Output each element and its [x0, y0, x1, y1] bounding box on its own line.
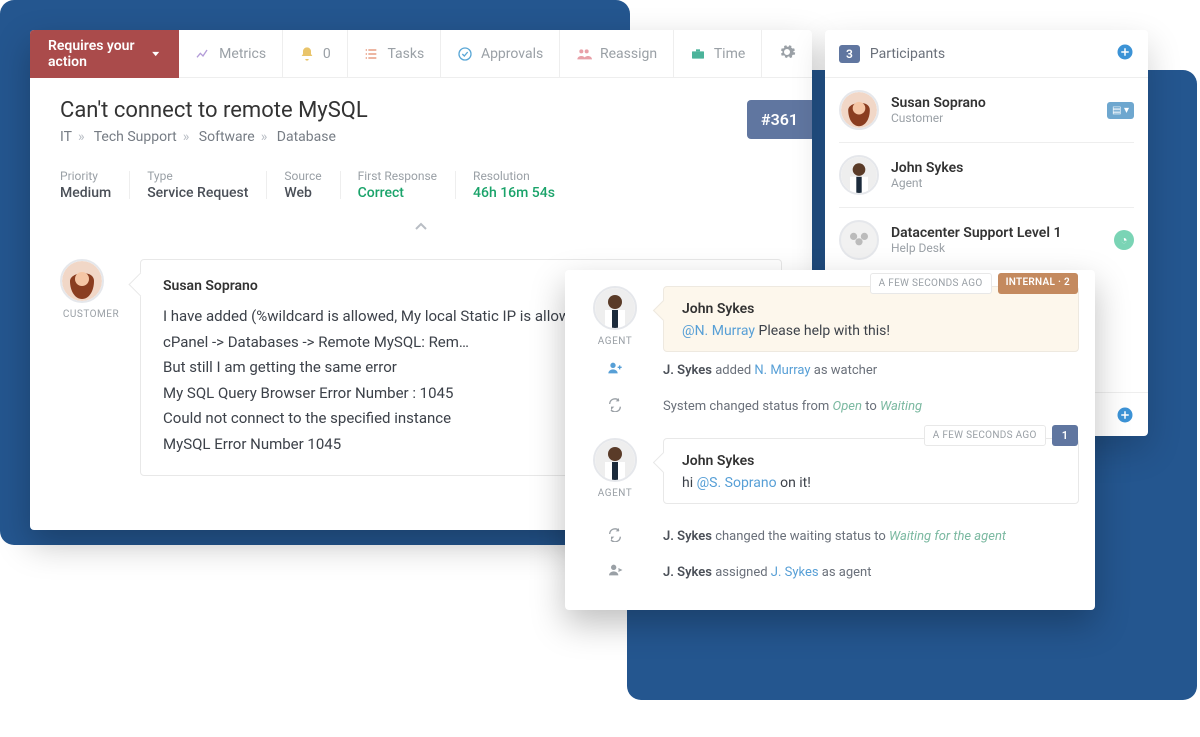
people-icon	[576, 46, 592, 62]
breadcrumb[interactable]: IT» Tech Support» Software» Database	[60, 129, 782, 145]
tasks-tab[interactable]: Tasks	[347, 30, 440, 78]
activity-log-entry: System changed status from Open to Waiti…	[581, 388, 1079, 424]
requires-action-button[interactable]: Requires your action	[30, 30, 179, 78]
ticket-id-badge: #361	[747, 100, 812, 139]
time-tab[interactable]: Time	[674, 30, 761, 78]
reassign-tab[interactable]: Reassign	[560, 30, 673, 78]
avatar	[839, 155, 879, 195]
activity-panel: AGENT A FEW SECONDS AGO INTERNAL · 2 Joh…	[565, 270, 1095, 610]
ticket-meta-row: PriorityMedium TypeService Request Sourc…	[30, 153, 812, 209]
meta-first-response: First ResponseCorrect	[340, 161, 455, 209]
user-plus-icon	[581, 360, 649, 380]
collapse-toggle[interactable]	[30, 209, 812, 249]
meta-type: TypeService Request	[129, 161, 266, 209]
meta-resolution: Resolution46h 16m 54s	[455, 161, 573, 209]
avatar	[593, 438, 637, 482]
metrics-tab[interactable]: Metrics	[179, 30, 282, 78]
avatar	[839, 90, 879, 130]
role-badge: CUSTOMER	[60, 309, 122, 320]
plus-circle-icon	[1116, 43, 1134, 61]
activity-log-entry: J. Sykes assigned J. Sykes as agent	[581, 554, 1079, 590]
message-bubble: A FEW SECONDS AGO INTERNAL · 2 John Syke…	[663, 286, 1079, 352]
caret-down-icon	[150, 46, 161, 62]
avatar	[839, 220, 879, 260]
timestamp-badge: A FEW SECONDS AGO	[924, 425, 1046, 446]
activity-log-entry: J. Sykes added N. Murray as watcher	[581, 352, 1079, 388]
approvals-tab[interactable]: Approvals	[441, 30, 559, 78]
avatar	[593, 286, 637, 330]
participant-row[interactable]: Datacenter Support Level 1Help Desk ◔	[825, 208, 1148, 272]
activity-log-entry: J. Sykes changed the waiting status to W…	[581, 518, 1079, 554]
briefcase-icon	[690, 46, 706, 62]
chevron-up-icon	[413, 219, 429, 235]
settings-button[interactable]	[762, 43, 812, 65]
check-circle-icon	[457, 46, 473, 62]
notifications-button[interactable]: 0	[283, 30, 347, 78]
bell-icon	[299, 46, 315, 62]
user-assign-icon	[581, 562, 649, 582]
refresh-icon	[581, 526, 649, 546]
meta-priority: PriorityMedium	[60, 161, 129, 209]
add-participant-button[interactable]	[1116, 43, 1134, 65]
avatar	[60, 259, 104, 303]
list-icon	[363, 46, 379, 62]
chart-icon	[195, 46, 211, 62]
plus-circle-icon	[1116, 406, 1134, 424]
role-badge: AGENT	[581, 336, 649, 347]
meta-source: SourceWeb	[266, 161, 339, 209]
clock-icon: ◔	[1114, 230, 1134, 250]
participants-header: 3 Participants	[825, 30, 1148, 78]
mention[interactable]: @N. Murray	[682, 323, 755, 339]
ticket-toolbar: Requires your action Metrics 0 Tasks App…	[30, 30, 812, 78]
refresh-icon	[581, 396, 649, 416]
internal-note: AGENT A FEW SECONDS AGO INTERNAL · 2 Joh…	[581, 286, 1079, 352]
mention[interactable]: @S. Soprano	[697, 475, 777, 491]
participant-row[interactable]: Susan SopranoCustomer ▤ ▾	[825, 78, 1148, 142]
agent-reply: AGENT A FEW SECONDS AGO 1 John Sykes hi …	[581, 438, 1079, 504]
message-bubble: A FEW SECONDS AGO 1 John Sykes hi @S. So…	[663, 438, 1079, 504]
role-badge: AGENT	[581, 488, 649, 499]
ticket-title: Can't connect to remote MySQL	[60, 98, 782, 123]
reply-count-badge: 1	[1052, 425, 1078, 446]
ticket-header: Can't connect to remote MySQL IT» Tech S…	[30, 78, 812, 153]
internal-badge: INTERNAL · 2	[998, 273, 1078, 294]
participant-row[interactable]: John SykesAgent	[825, 143, 1148, 207]
gear-icon	[778, 43, 796, 61]
id-card-icon[interactable]: ▤ ▾	[1107, 102, 1134, 119]
participants-count: 3	[839, 45, 860, 63]
timestamp-badge: A FEW SECONDS AGO	[870, 273, 992, 294]
